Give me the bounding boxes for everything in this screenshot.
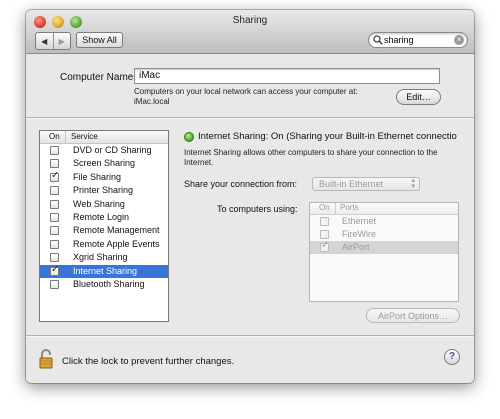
service-label: Bluetooth Sharing	[73, 278, 145, 289]
computer-address: iMac.local	[134, 97, 170, 106]
computer-name-label: Computer Name:	[60, 72, 137, 83]
service-checkbox[interactable]	[50, 279, 59, 289]
port-label: FireWire	[342, 229, 376, 239]
port-checkbox[interactable]	[320, 230, 329, 239]
lock-icon[interactable]	[39, 349, 55, 369]
preferences-window: Sharing ◀ ▶ Show All × Computer Name: iM…	[26, 10, 474, 383]
service-row[interactable]: Remote Management	[40, 224, 168, 237]
description-line-1: Internet Sharing allows other computers …	[184, 148, 438, 157]
popup-arrows-icon: ▴ ▾	[411, 177, 415, 190]
service-checkbox[interactable]	[50, 186, 59, 196]
show-all-button[interactable]: Show All	[76, 32, 123, 48]
share-from-label: Share your connection from:	[184, 179, 298, 189]
port-row[interactable]: Ethernet	[310, 215, 458, 228]
service-label: Web Sharing	[73, 198, 125, 209]
description-line-2: Internet.	[184, 158, 214, 167]
service-row[interactable]: DVD or CD Sharing	[40, 144, 168, 157]
service-checkbox[interactable]	[50, 253, 59, 263]
search-icon	[373, 35, 383, 45]
ports-column-on: On	[319, 203, 330, 212]
service-checkbox[interactable]	[50, 146, 59, 155]
search-field[interactable]: ×	[368, 32, 468, 48]
airport-options-button[interactable]: AirPort Options…	[366, 308, 460, 323]
service-checkbox[interactable]: ✓	[50, 263, 60, 276]
service-row[interactable]: Bluetooth Sharing	[40, 278, 168, 291]
service-row[interactable]: ✓ Internet Sharing	[40, 263, 168, 278]
service-row[interactable]: Remote Apple Events	[40, 238, 168, 251]
service-checkbox[interactable]	[50, 199, 59, 209]
service-label: Remote Login	[73, 211, 130, 222]
footer-divider-highlight	[26, 336, 474, 337]
port-label: Ethernet	[342, 216, 377, 226]
column-divider	[65, 131, 66, 143]
checkmark-icon: ✓	[321, 240, 330, 251]
service-row[interactable]: Xgrid Sharing	[40, 251, 168, 264]
column-header-on: On	[49, 132, 60, 141]
back-arrow-icon[interactable]: ◀	[36, 33, 53, 49]
ports-column-divider	[335, 203, 336, 214]
share-from-value: Built-in Ethernet	[319, 179, 384, 189]
ports-rows: Ethernet FireWire ✓ AirPort	[310, 215, 458, 254]
status-on-icon	[184, 132, 194, 142]
title-bar: Sharing ◀ ▶ Show All ×	[26, 10, 474, 54]
service-label: DVD or CD Sharing	[73, 145, 152, 155]
computer-name-field[interactable]: iMac	[134, 68, 440, 84]
share-from-popup[interactable]: Built-in Ethernet ▴ ▾	[312, 177, 420, 191]
checkmark-icon: ✓	[51, 169, 60, 181]
help-button[interactable]: ?	[444, 349, 460, 365]
port-label: AirPort	[342, 242, 370, 252]
services-list: On Service DVD or CD Sharing Screen Shari…	[39, 130, 169, 322]
service-checkbox[interactable]	[50, 159, 59, 169]
service-label: Screen Sharing	[73, 158, 136, 169]
service-label: Remote Management	[73, 225, 160, 236]
service-checkbox[interactable]	[50, 226, 59, 236]
port-row[interactable]: ✓ AirPort	[310, 241, 458, 254]
service-row[interactable]: Remote Login	[40, 211, 168, 224]
section-divider-highlight	[26, 118, 474, 119]
service-checkbox[interactable]	[50, 212, 59, 222]
port-checkbox[interactable]	[320, 217, 329, 226]
service-row[interactable]: Printer Sharing	[40, 184, 168, 197]
checkmark-icon: ✓	[51, 263, 60, 275]
search-input[interactable]	[384, 34, 452, 46]
port-row[interactable]: FireWire	[310, 228, 458, 241]
edit-button[interactable]: Edit…	[396, 89, 441, 105]
service-label: Remote Apple Events	[73, 238, 160, 249]
ports-header: On Ports	[310, 203, 458, 215]
service-row[interactable]: ✓ File Sharing	[40, 169, 168, 184]
service-checkbox[interactable]: ✓	[50, 169, 60, 182]
to-computers-label: To computers using:	[217, 204, 298, 214]
column-header-service: Service	[71, 132, 98, 141]
forward-arrow-icon[interactable]: ▶	[52, 33, 71, 49]
service-row[interactable]: Screen Sharing	[40, 157, 168, 170]
service-checkbox[interactable]	[50, 239, 59, 249]
service-label: Printer Sharing	[73, 185, 134, 196]
ports-column-ports: Ports	[340, 203, 359, 212]
clear-search-icon[interactable]: ×	[454, 35, 464, 45]
service-label: Xgrid Sharing	[73, 252, 128, 263]
services-rows: DVD or CD Sharing Screen Sharing ✓ File Sha…	[40, 144, 168, 291]
service-label: Internet Sharing	[73, 265, 138, 276]
lock-message: Click the lock to prevent further change…	[62, 356, 235, 367]
service-label: File Sharing	[73, 171, 122, 182]
services-header: On Service	[40, 131, 168, 144]
ports-list: On Ports Ethernet FireWire ✓ AirPort	[309, 202, 459, 302]
back-forward-control: ◀ ▶	[35, 32, 71, 50]
status-text: Internet Sharing: On (Sharing your Built…	[198, 131, 457, 142]
service-row[interactable]: Web Sharing	[40, 198, 168, 211]
port-checkbox[interactable]: ✓	[320, 240, 330, 252]
window-title: Sharing	[232, 15, 268, 26]
computer-address-note: Computers on your local network can acce…	[134, 87, 358, 96]
